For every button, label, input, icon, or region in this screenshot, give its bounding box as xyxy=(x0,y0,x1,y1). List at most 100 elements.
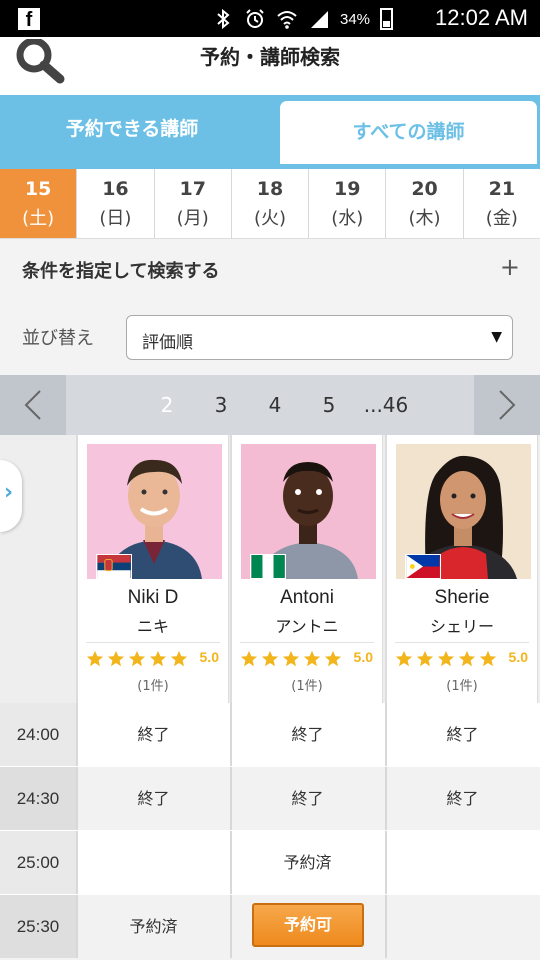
status-time: 12:02 AM xyxy=(435,5,528,30)
teacher-tabs: 予約できる講師 すべての講師 xyxy=(0,95,540,169)
chevron-right-icon: › xyxy=(4,480,14,505)
teacher-name[interactable]: Niki D xyxy=(78,587,228,609)
date-item[interactable]: 17 (月) xyxy=(155,169,232,238)
slot-empty xyxy=(385,831,538,894)
date-item[interactable]: 21 (金) xyxy=(464,169,540,238)
alarm-icon xyxy=(246,9,264,28)
teacher-name-kana: ニキ xyxy=(136,617,169,636)
date-weekday: (木) xyxy=(408,208,441,229)
date-weekday: (水) xyxy=(331,208,364,229)
facebook-icon: f xyxy=(18,8,40,31)
slot-finished: 終了 xyxy=(385,767,538,830)
date-item[interactable]: 16 (日) xyxy=(77,169,155,238)
star-rating xyxy=(86,650,188,668)
date-item[interactable]: 15 (土) xyxy=(0,169,78,238)
schedule-row: 25:30 予約済 予約可 xyxy=(0,895,540,960)
search-conditions-toggle[interactable]: 条件を指定して検索する + xyxy=(0,239,540,300)
star-icon xyxy=(416,650,434,667)
slot-finished: 終了 xyxy=(385,703,538,766)
star-icon xyxy=(107,650,125,667)
star-icon xyxy=(458,650,476,667)
time-slot-label: 25:00 xyxy=(0,831,76,894)
slot-finished: 終了 xyxy=(76,703,229,766)
time-slot-label: 24:00 xyxy=(0,703,76,766)
star-icon xyxy=(395,650,413,667)
divider xyxy=(395,642,529,643)
teacher-name[interactable]: Sherie xyxy=(387,587,537,609)
schedule-grid: 24:00 終了 終了 終了 24:30 終了 終了 終了 25:00 予約済 … xyxy=(0,703,540,960)
star-icon xyxy=(240,650,258,667)
page-header: 予約・講師検索 xyxy=(0,37,540,95)
page-number[interactable]: 3 xyxy=(194,393,248,417)
status-icons: 34% xyxy=(212,7,394,31)
date-item[interactable]: 20 (木) xyxy=(386,169,464,238)
rating-value: 5.0 xyxy=(353,649,373,665)
schedule-row: 25:00 予約済 xyxy=(0,831,540,894)
slot-bookable: 予約可 xyxy=(230,895,383,958)
date-number: 20 xyxy=(411,178,438,200)
teacher-card[interactable]: Niki D ニキ 5.0 (1件) xyxy=(76,435,229,703)
date-number: 21 xyxy=(488,178,516,200)
page-number-last[interactable]: ...46 xyxy=(356,393,416,417)
star-icon xyxy=(86,650,104,667)
page-number[interactable]: 4 xyxy=(248,393,302,417)
teacher-photo[interactable] xyxy=(396,444,531,579)
star-icon xyxy=(303,650,321,667)
book-slot-button[interactable]: 予約可 xyxy=(252,903,364,947)
date-item[interactable]: 19 (水) xyxy=(309,169,387,238)
date-number: 15 xyxy=(24,178,52,200)
sort-selected-value: 評価順 xyxy=(142,333,193,353)
rating-value: 5.0 xyxy=(199,649,219,665)
date-weekday: (月) xyxy=(176,208,209,229)
slot-finished: 終了 xyxy=(230,703,383,766)
review-count: (1件) xyxy=(137,679,169,694)
teacher-photo[interactable] xyxy=(87,444,222,579)
slot-empty xyxy=(76,831,229,894)
philippines-flag xyxy=(405,554,441,579)
rating-value: 5.0 xyxy=(508,649,528,665)
star-icon xyxy=(324,650,342,667)
search-conditions-label: 条件を指定して検索する xyxy=(22,261,220,282)
star-icon xyxy=(128,650,146,667)
date-number: 19 xyxy=(334,178,361,200)
divider xyxy=(240,642,374,643)
bluetooth-icon xyxy=(217,8,230,30)
date-number: 17 xyxy=(179,178,206,200)
slot-booked: 予約済 xyxy=(76,895,229,958)
slot-finished: 終了 xyxy=(76,767,229,830)
tab-available-teachers[interactable]: 予約できる講師 xyxy=(0,98,264,164)
teacher-list: › Niki D ニキ 5.0 (1件) Antoni アントニ 5.0 (1件… xyxy=(0,435,540,703)
time-slot-label: 25:30 xyxy=(0,895,76,958)
signal-icon xyxy=(311,11,328,28)
tab-all-teachers[interactable]: すべての講師 xyxy=(277,98,540,164)
slot-finished: 終了 xyxy=(230,767,383,830)
teacher-photo[interactable] xyxy=(241,444,376,579)
review-count: (1件) xyxy=(446,679,478,694)
time-slot-label: 24:30 xyxy=(0,767,76,830)
teacher-card[interactable]: Sherie シェリー 5.0 (1件) xyxy=(385,435,538,703)
page-number-current[interactable]: 2 xyxy=(140,393,194,417)
teacher-name-kana: アントニ xyxy=(275,617,339,636)
expand-plus-icon[interactable]: + xyxy=(500,253,520,281)
date-number: 16 xyxy=(102,178,129,200)
slot-empty xyxy=(385,895,538,958)
slot-booked: 予約済 xyxy=(230,831,383,894)
side-drawer-handle[interactable]: › xyxy=(0,460,22,532)
date-selector: 15 (土) 16 (日) 17 (月) 18 (火) 19 (水) 20 (木… xyxy=(0,169,540,239)
wifi-icon xyxy=(277,11,297,29)
page-number[interactable]: 5 xyxy=(302,393,356,417)
chevron-right-icon xyxy=(499,390,516,420)
teacher-card[interactable]: Antoni アントニ 5.0 (1件) xyxy=(230,435,383,703)
star-icon xyxy=(261,650,279,667)
next-page-button[interactable] xyxy=(474,375,540,435)
star-rating xyxy=(240,650,342,668)
prev-page-button[interactable] xyxy=(0,375,66,435)
sort-select[interactable]: 評価順 ▼ xyxy=(126,315,513,360)
review-count: (1件) xyxy=(291,679,323,694)
date-item[interactable]: 18 (火) xyxy=(232,169,310,238)
date-number: 18 xyxy=(256,178,284,200)
status-bar: f 34% 12:02 AM xyxy=(0,0,540,37)
star-rating xyxy=(395,650,497,668)
teacher-name[interactable]: Antoni xyxy=(232,587,382,609)
nigeria-flag xyxy=(250,554,286,579)
